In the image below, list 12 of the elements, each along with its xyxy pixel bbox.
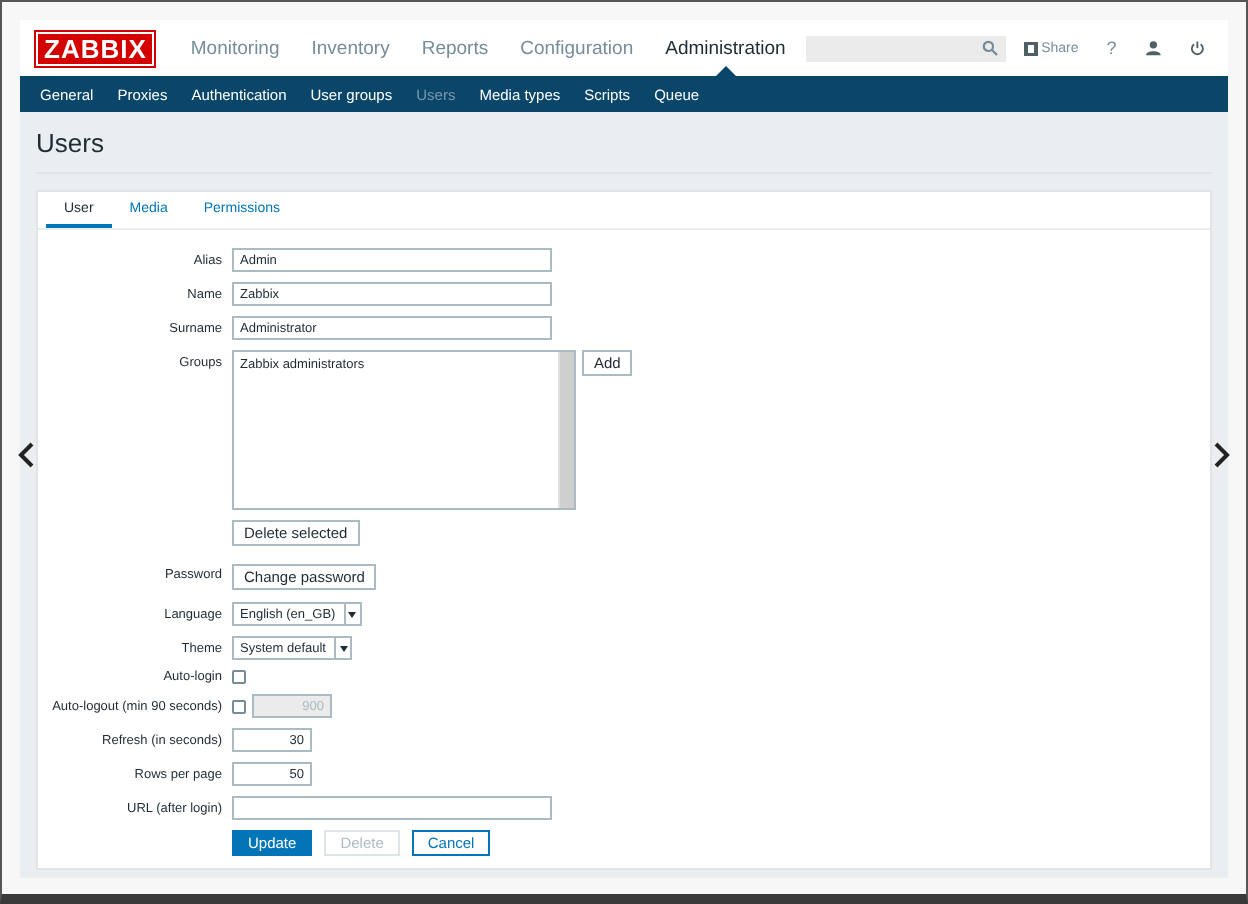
dropdown-icon — [348, 611, 357, 617]
power-icon[interactable] — [1189, 40, 1204, 56]
share-icon — [1023, 41, 1038, 55]
logo: ZABBIX — [36, 31, 155, 65]
search-field[interactable] — [805, 35, 1006, 61]
dropdown-icon — [339, 645, 347, 651]
user-icon[interactable] — [1146, 40, 1162, 56]
checkbox[interactable] — [232, 670, 246, 684]
text-input[interactable] — [232, 796, 552, 820]
page-title: Users — [36, 124, 1212, 174]
search-icon — [981, 40, 998, 56]
scrollbar[interactable] — [558, 352, 574, 508]
